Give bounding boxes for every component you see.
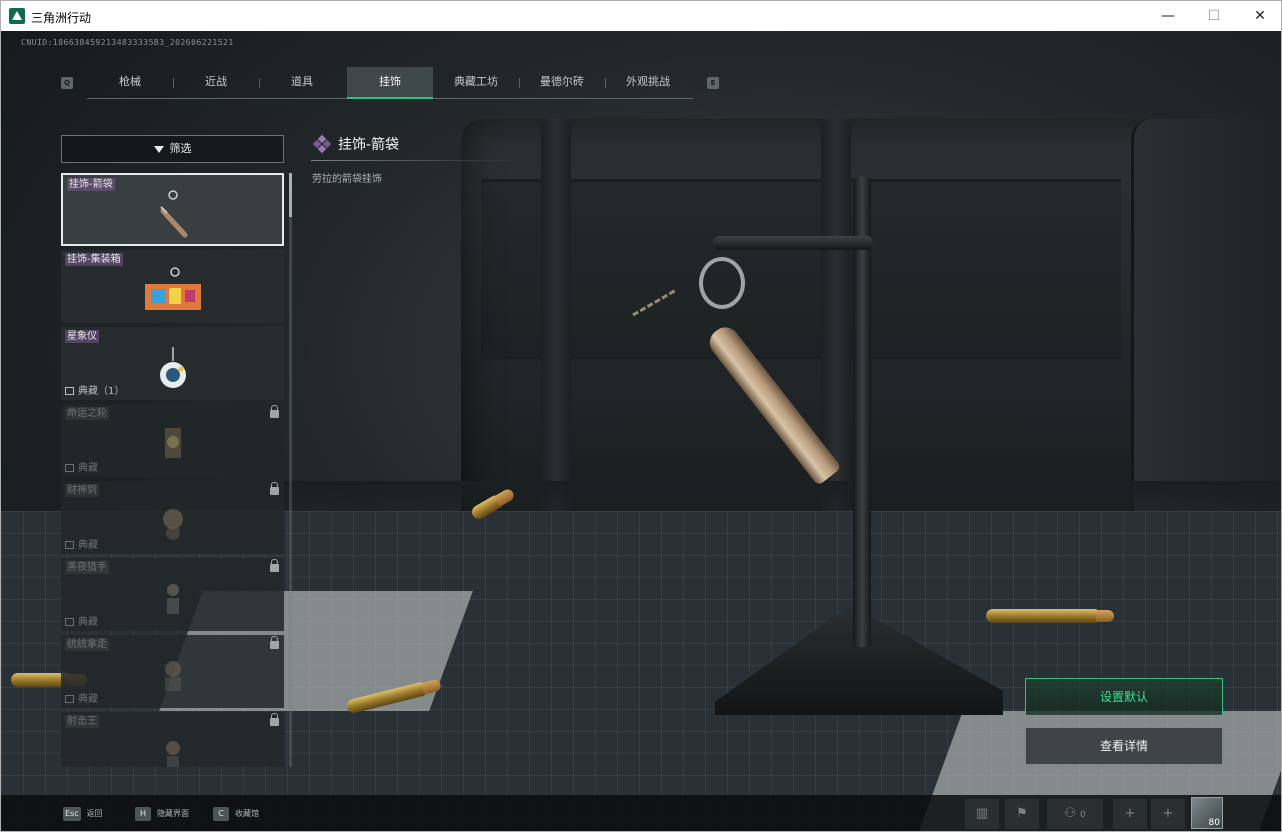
- list-item-quiver[interactable]: 挂饰-箭袋: [61, 173, 284, 246]
- item-label: 挂饰-箭袋: [67, 178, 115, 191]
- wheel-charm-icon: [165, 428, 181, 458]
- collection-tag: 典藏（1）: [65, 382, 124, 397]
- collection-icon: [65, 541, 74, 549]
- shooter-charm-icon: [166, 741, 180, 767]
- item-label: 射击王: [65, 715, 99, 728]
- tab-guns[interactable]: 枪械: [87, 67, 173, 99]
- tab-items[interactable]: 道具: [259, 67, 345, 99]
- filter-icon: [153, 145, 164, 153]
- tab-appearance-challenge[interactable]: 外观挑战: [605, 67, 691, 99]
- fortune-charm-icon: [163, 509, 183, 540]
- window-title: 三角洲行动: [31, 11, 92, 25]
- collection-tag: 典藏: [65, 613, 98, 628]
- view-details-button[interactable]: 查看详情: [1025, 727, 1223, 765]
- item-label: 命运之轮: [65, 407, 109, 420]
- divider: [311, 160, 521, 161]
- item-detail-title: 挂饰-箭袋: [338, 137, 400, 153]
- item-label: 星象仪: [65, 330, 99, 343]
- rarity-diamond-icon: [313, 135, 331, 153]
- party-count: 0: [1080, 810, 1086, 820]
- list-item-fortune-god[interactable]: 财神到 典藏: [61, 481, 284, 554]
- hunter-charm-icon: [167, 584, 179, 614]
- close-button[interactable]: ✕: [1237, 1, 1281, 31]
- bullet: [986, 609, 1114, 623]
- scrollbar-thumb[interactable]: [289, 173, 292, 217]
- quiver-charm-icon: [160, 190, 188, 238]
- astrolabe-charm-icon: [160, 347, 186, 388]
- title-bar: 三角洲行动 — ☐ ✕: [1, 1, 1281, 31]
- lock-icon: [270, 636, 279, 649]
- tab-mandel-brick[interactable]: 曼德尔砖: [519, 67, 605, 99]
- player-avatar[interactable]: 80: [1191, 797, 1223, 829]
- loot-charm-icon: [165, 661, 181, 691]
- list-item-shooter-king[interactable]: 射击王: [61, 712, 284, 767]
- filter-label: 筛选: [169, 142, 192, 155]
- uid-watermark: CNUID:1866384592134833335B3_202606221521: [21, 38, 234, 47]
- collection-tag: 典藏: [65, 690, 98, 705]
- invite-plus-button[interactable]: +: [1113, 799, 1147, 829]
- stats-chart-icon[interactable]: ▥: [965, 799, 999, 829]
- list-item-take-it-all[interactable]: 统统拿走 典藏: [61, 635, 284, 708]
- player-level: 80: [1208, 818, 1220, 828]
- item-label: 挂饰-集装箱: [65, 253, 123, 266]
- item-label: 财神到: [65, 484, 99, 497]
- collection-icon: [65, 387, 74, 395]
- delta-force-app-icon: [9, 8, 25, 24]
- party-button[interactable]: ⚇ 0: [1047, 799, 1103, 829]
- collection-icon: [65, 618, 74, 626]
- list-item-astrolabe[interactable]: 星象仪 典藏（1）: [61, 327, 284, 400]
- charm-list: 挂饰-箭袋 挂饰-集装箱 星象仪 典藏（1） 命运之轮 典藏 财神到 典藏 黑夜…: [61, 173, 284, 767]
- collection-tag: 典藏: [65, 536, 98, 551]
- collection-icon: [65, 464, 74, 472]
- display-stand-arm: [713, 236, 873, 250]
- party-icon: ⚇: [1064, 806, 1076, 821]
- item-label: 黑夜猎手: [65, 561, 109, 574]
- item-detail-description: 劳拉的箭袋挂饰: [312, 174, 382, 185]
- lock-icon: [270, 713, 279, 726]
- next-tab-key[interactable]: E: [707, 77, 719, 89]
- tab-collection-workshop[interactable]: 典藏工坊: [433, 67, 519, 99]
- list-item-night-hunter[interactable]: 黑夜猎手 典藏: [61, 558, 284, 631]
- lock-icon: [270, 559, 279, 572]
- collection-tag: 典藏: [65, 459, 98, 474]
- collection-icon: [65, 695, 74, 703]
- collection-hall-hint[interactable]: C 收藏馆: [213, 804, 259, 824]
- container-charm-icon: [145, 267, 201, 310]
- keyring: [699, 257, 745, 309]
- filter-button[interactable]: 筛选: [61, 135, 284, 163]
- tab-melee[interactable]: 近战: [173, 67, 259, 99]
- list-item-container[interactable]: 挂饰-集装箱: [61, 250, 284, 323]
- invite-plus-button-2[interactable]: +: [1151, 799, 1185, 829]
- maximize-button[interactable]: ☐: [1191, 1, 1237, 31]
- set-default-button[interactable]: 设置默认: [1025, 678, 1223, 716]
- prev-tab-key[interactable]: Q: [61, 77, 73, 89]
- game-window: 三角洲行动 — ☐ ✕ CNUID:1866384592134833335B3_…: [0, 0, 1282, 832]
- list-item-wheel-of-fate[interactable]: 命运之轮 典藏: [61, 404, 284, 477]
- minimize-button[interactable]: —: [1145, 1, 1191, 31]
- lock-icon: [270, 405, 279, 418]
- item-label: 统统拿走: [65, 638, 109, 651]
- flag-icon[interactable]: ⚑: [1005, 799, 1039, 829]
- hide-ui-hint[interactable]: H 隐藏界面: [135, 804, 189, 824]
- tab-charms[interactable]: 挂饰: [347, 67, 433, 99]
- back-hint[interactable]: Esc 返回: [63, 804, 103, 824]
- list-scrollbar[interactable]: [289, 173, 292, 767]
- category-tabs: 枪械 近战 道具 挂饰 典藏工坊 曼德尔砖 外观挑战: [87, 67, 693, 99]
- lock-icon: [270, 482, 279, 495]
